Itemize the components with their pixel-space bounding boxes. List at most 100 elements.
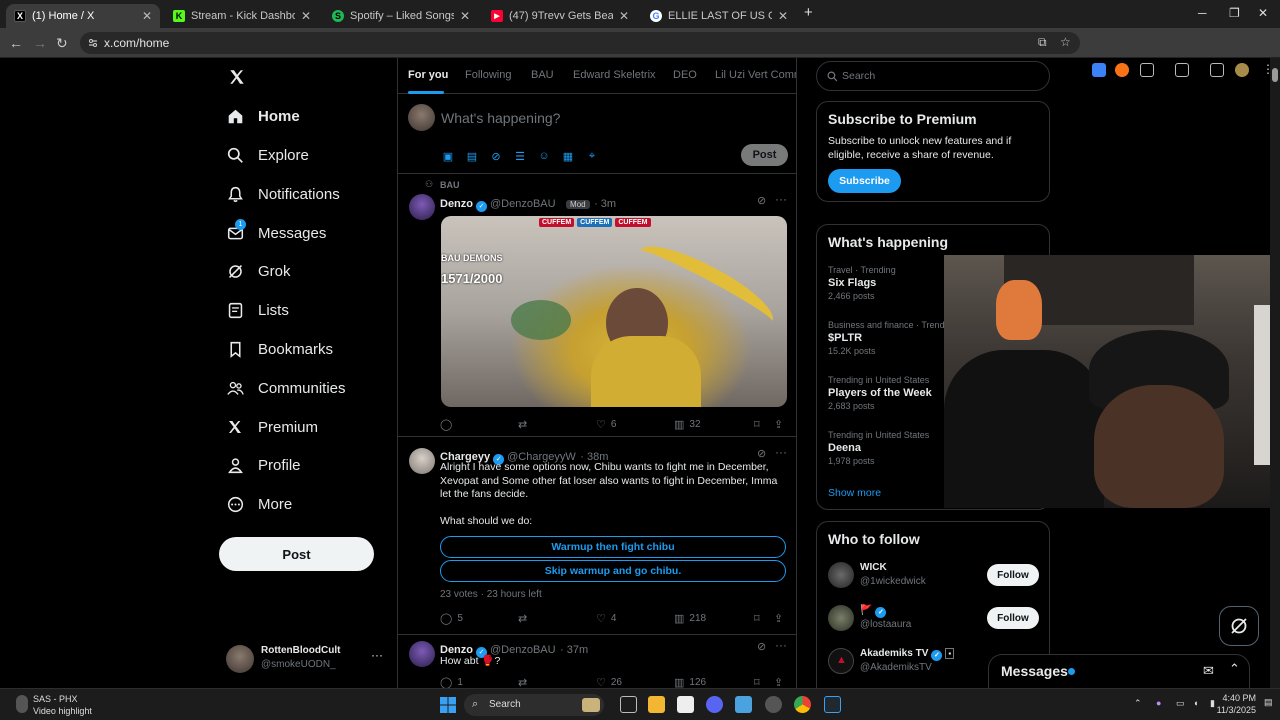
expand-chevron-icon[interactable]: ⌃ [1229,661,1240,677]
close-tab-icon[interactable]: ✕ [142,9,152,23]
show-more-link[interactable]: Show more [828,487,881,499]
x-logo-icon[interactable] [228,68,246,86]
trend-item[interactable]: Business and finance · Trending $PLTR 15… [828,320,946,356]
location-icon[interactable]: ⌖ [585,149,599,163]
gif-icon[interactable]: ▤ [465,149,479,163]
share-button[interactable]: ⇪ [774,612,788,625]
nav-profile[interactable]: Profile [226,451,301,479]
minimize-button[interactable]: ─ [1198,6,1207,20]
media-icon[interactable]: ▣ [441,149,455,163]
bookmark-button[interactable]: ⌑ [754,612,765,625]
nav-bookmarks[interactable]: Bookmarks [226,335,333,363]
tab-following[interactable]: Following [465,69,511,81]
browser-tab-x[interactable]: X (1) Home / X ✕ [6,4,160,28]
reply-button[interactable]: ◯ [440,418,457,431]
nav-home[interactable]: Home [226,102,300,130]
nav-explore[interactable]: Explore [226,141,309,169]
compose-post-button[interactable]: Post [741,144,788,166]
tray-overflow-icon[interactable]: ⌃ [1134,698,1142,709]
terminal-icon[interactable] [824,696,841,713]
maximize-button[interactable]: ❐ [1229,6,1240,20]
schedule-icon[interactable]: ▦ [561,149,575,163]
extensions-puzzle-icon[interactable] [1140,63,1154,77]
clock-time[interactable]: 4:40 PM [1216,693,1256,703]
tweet-handle[interactable]: @DenzoBAU [490,198,556,210]
nav-communities[interactable]: Communities [226,374,346,402]
chrome-icon[interactable] [794,696,811,713]
tab-edward-skeletrix[interactable]: Edward Skeletrix [573,69,656,81]
views-button[interactable]: ▥ 218 [674,612,706,625]
poll-option[interactable]: Skip warmup and go chibu. [440,560,786,582]
tab-bau[interactable]: BAU [531,69,554,81]
side-panel-icon[interactable] [1175,63,1189,77]
tweet[interactable]: Denzo ✓ @DenzoBAU · 37m ⊘ ··· How abt 🥊? ◯… [398,636,796,688]
more-options-icon[interactable]: ··· [775,192,787,206]
browser-tab-kick[interactable]: K Stream - Kick Dashboard ✕ [165,4,319,28]
repost-button[interactable]: ⇄ [518,676,532,688]
grok-icon[interactable]: ⊘ [757,194,766,207]
extension-icon[interactable] [1115,63,1129,77]
capcut-icon[interactable] [677,696,694,713]
messages-drawer[interactable]: Messages ✉ ⌃ [988,654,1250,688]
install-app-icon[interactable]: ⧉ [1038,35,1047,50]
follow-button[interactable]: Follow [987,607,1039,629]
windows-start-icon[interactable] [440,697,456,713]
search-input[interactable]: Search [816,61,1050,91]
task-view-icon[interactable] [620,696,637,713]
trend-item[interactable]: Trending in United States Players of the… [828,375,946,411]
notification-thumbnail-icon[interactable] [16,695,28,713]
scrollbar-thumb[interactable] [1272,68,1278,82]
trend-item[interactable]: Travel · Trending Six Flags 2,466 posts [828,265,946,301]
account-more-icon[interactable]: ··· [371,648,383,662]
notifications-bell-icon[interactable]: ▤ [1264,697,1273,708]
tweet[interactable]: ⚇ BAU Denzo ✓ @DenzoBAU Mod · 3m ⊘ ··· BAU… [398,175,796,437]
grok-icon[interactable]: ⊘ [757,447,766,460]
reading-list-icon[interactable] [1210,63,1224,77]
close-window-button[interactable]: ✕ [1258,6,1268,20]
nav-premium[interactable]: Premium [226,413,318,441]
new-message-icon[interactable]: ✉ [1203,663,1214,679]
taskbar-search[interactable]: ⌕ Search [464,694,604,716]
extension-icon[interactable] [1092,63,1106,77]
reply-button[interactable]: ◯ 5 [440,612,463,625]
discord-icon[interactable] [706,696,723,713]
nav-more[interactable]: More [226,490,292,518]
subscribe-button[interactable]: Subscribe [828,169,901,193]
back-arrow-icon[interactable]: ← [9,35,23,51]
app-icon[interactable] [735,696,752,713]
microphone-icon[interactable]: ● [1156,698,1161,708]
reply-button[interactable]: ◯ 1 [440,676,463,688]
close-tab-icon[interactable]: ✕ [301,9,311,23]
poll-icon[interactable]: ☰ [513,149,527,163]
tab-lil-uzi-vert[interactable]: Lil Uzi Vert Comm [715,69,796,81]
grok-icon[interactable]: ⊘ [489,149,503,163]
bookmark-button[interactable]: ⌑ [754,418,765,431]
emoji-icon[interactable]: ☺ [537,149,551,163]
forward-arrow-icon[interactable]: → [33,35,47,51]
grok-floating-button[interactable] [1219,606,1259,646]
close-tab-icon[interactable]: ✕ [460,9,470,23]
share-button[interactable]: ⇪ [774,676,788,688]
reload-icon[interactable]: ↻ [56,35,68,52]
profile-avatar-icon[interactable] [1235,63,1249,77]
views-button[interactable]: ▥ 126 [674,676,706,688]
more-options-icon[interactable]: ··· [775,638,787,652]
compose-input[interactable]: What's happening? [441,110,560,126]
views-button[interactable]: ▥ 32 [674,418,701,431]
nav-notifications[interactable]: Notifications [226,180,340,208]
new-tab-button[interactable]: + [804,4,813,21]
volume-icon[interactable]: ◖ [1193,698,1198,708]
tweet[interactable]: Chargeyy ✓ @ChargeyyW · 38m ⊘ ··· Alright … [398,438,796,635]
share-button[interactable]: ⇪ [774,418,788,431]
nav-grok[interactable]: Grok [226,257,291,285]
clock-date[interactable]: 11/3/2025 [1208,705,1256,715]
more-options-icon[interactable]: ··· [775,445,787,459]
tab-deo[interactable]: DEO [673,69,697,81]
grok-icon[interactable]: ⊘ [757,640,766,653]
nav-lists[interactable]: Lists [226,296,289,324]
browser-tab-youtube[interactable]: ▶ (47) 9Trevv Gets Beat Up at In-N ✕ [483,4,637,28]
avatar[interactable] [409,194,435,220]
poll-option[interactable]: Warmup then fight chibu [440,536,786,558]
browser-tab-spotify[interactable]: S Spotify – Liked Songs ✕ [324,4,478,28]
post-button[interactable]: Post [219,537,374,571]
